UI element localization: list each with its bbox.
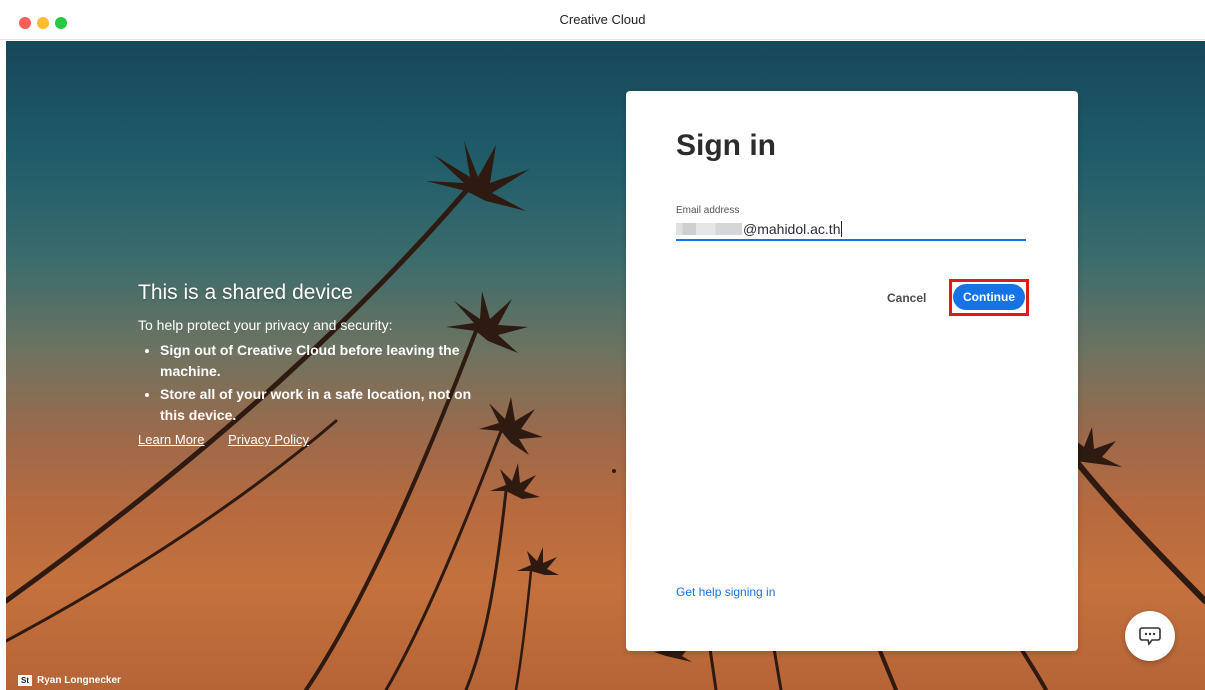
app-window: Creative Cloud This is a shared device T… [0,0,1205,690]
shared-device-intro: To help protect your privacy and securit… [138,317,393,333]
email-label: Email address [676,205,740,216]
window-title: Creative Cloud [559,12,646,27]
redacted-email-username [676,223,742,235]
email-field[interactable]: @mahidol.ac.th [676,219,1026,241]
shared-device-tips: Sign out of Creative Cloud before leavin… [138,340,498,426]
title-bar: Creative Cloud [0,0,1205,40]
chat-button[interactable] [1125,611,1175,661]
email-value: @mahidol.ac.th [743,221,841,237]
text-caret [841,221,843,237]
chat-bubble-icon [1139,627,1161,646]
photo-credit: St Ryan Longnecker [18,675,121,686]
shared-device-heading: This is a shared device [138,281,353,304]
sign-in-card: Sign in Email address @mahidol.ac.th Can… [626,91,1078,651]
shared-device-info: This is a shared device To help protect … [138,280,498,447]
tip-item: Sign out of Creative Cloud before leavin… [160,340,498,382]
photographer-name: Ryan Longnecker [37,675,121,686]
cancel-button[interactable]: Cancel [887,291,926,305]
continue-button[interactable]: Continue [953,284,1025,310]
tip-item: Store all of your work in a safe locatio… [160,384,498,426]
learn-more-link[interactable]: Learn More [138,432,204,447]
privacy-policy-link[interactable]: Privacy Policy [228,432,309,447]
adobe-stock-icon: St [18,675,32,686]
get-help-link[interactable]: Get help signing in [676,585,775,599]
info-links: Learn More Privacy Policy [138,432,498,447]
sign-in-title: Sign in [676,129,776,162]
